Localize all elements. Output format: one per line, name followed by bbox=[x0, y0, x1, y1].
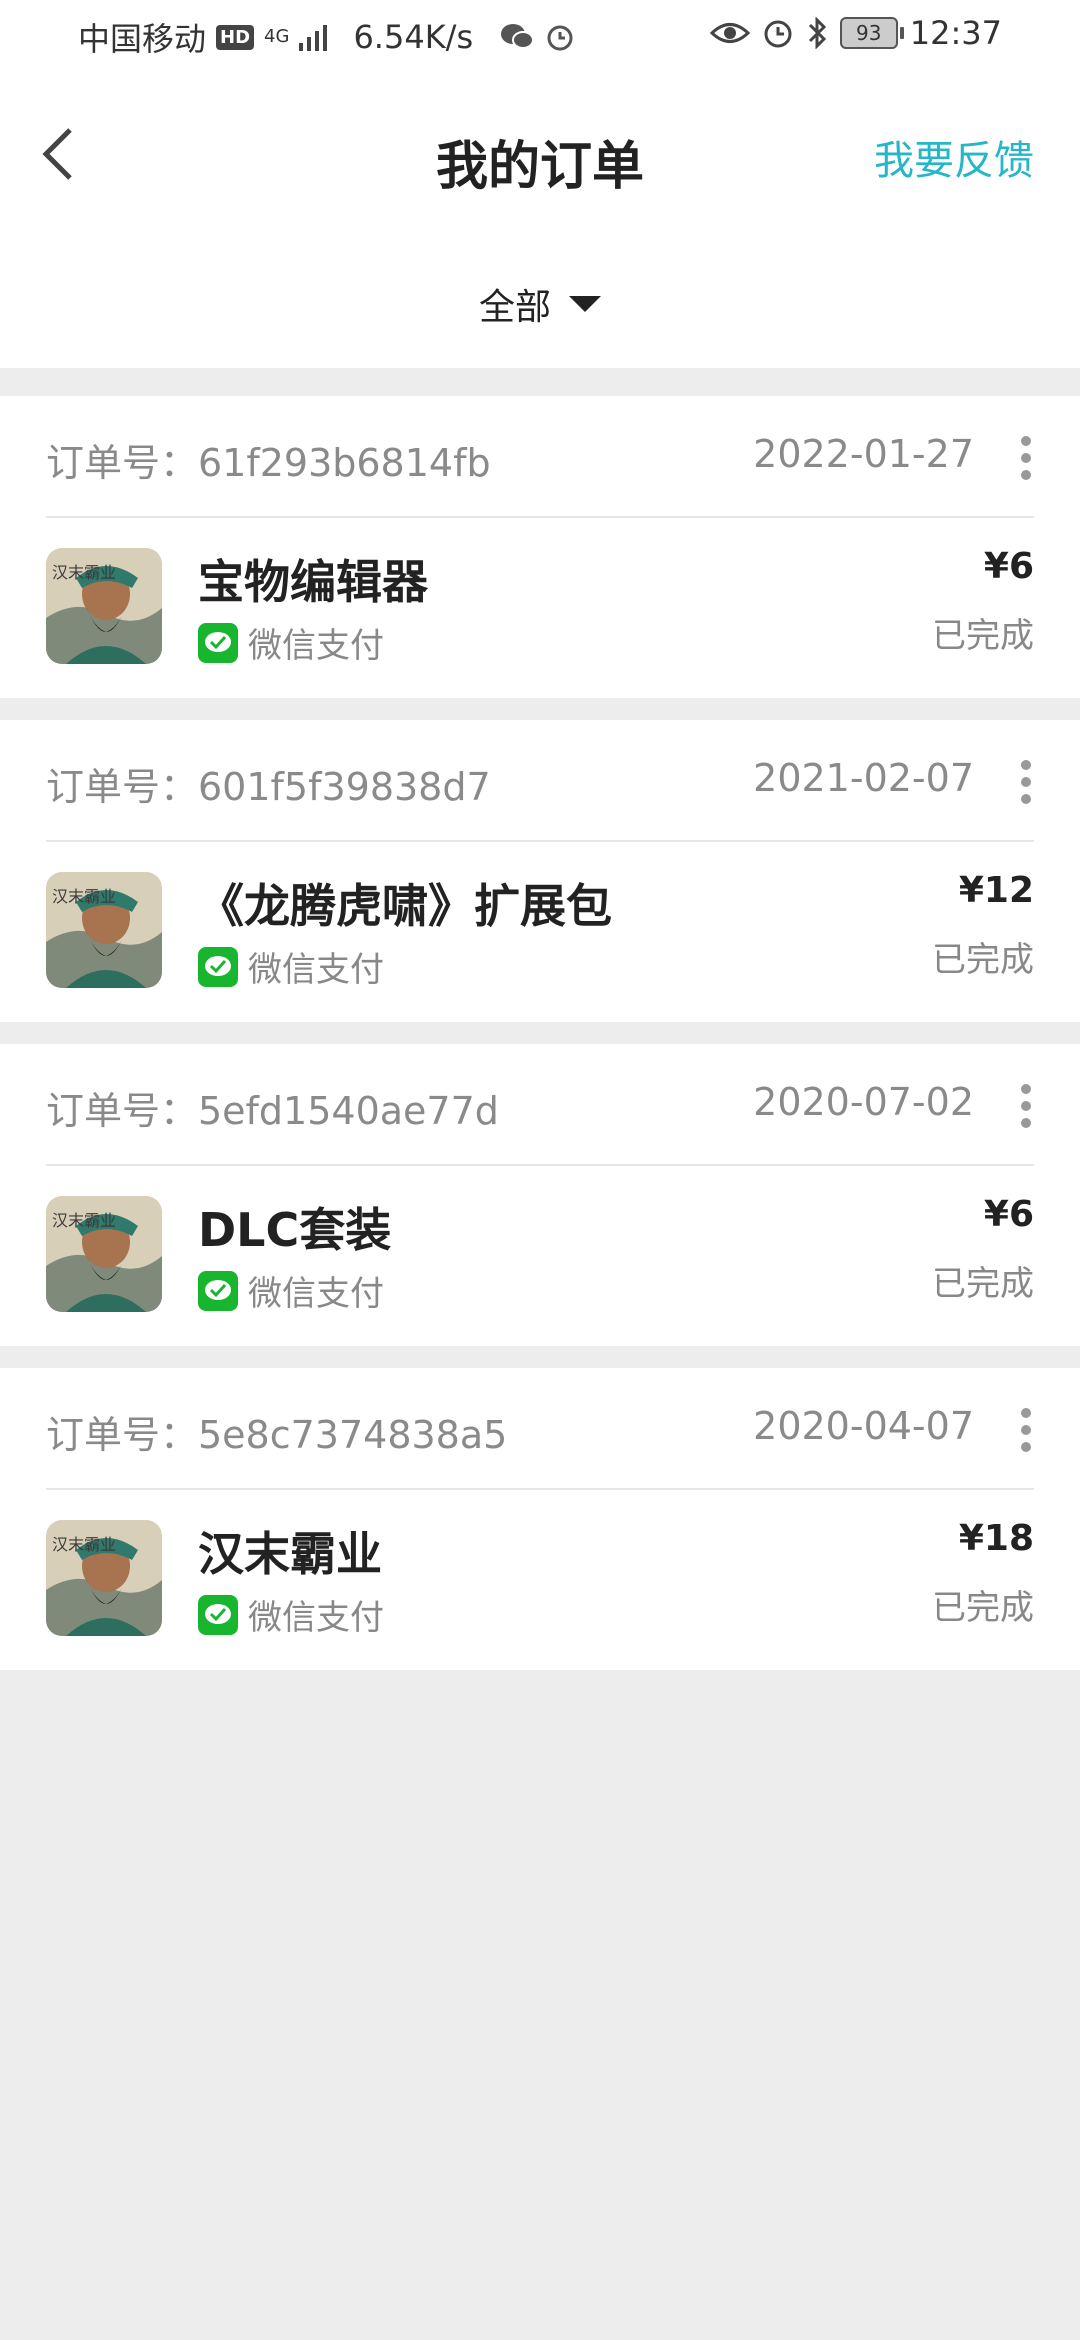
payment-method: 微信支付 bbox=[198, 618, 384, 667]
order-price: ¥6 bbox=[983, 1194, 1034, 1235]
payment-label: 微信支付 bbox=[248, 1274, 384, 1314]
product-thumbnail: 汉末霸业 bbox=[46, 872, 162, 988]
feedback-button[interactable]: 我要反馈 bbox=[874, 128, 1034, 186]
battery-level: 93 bbox=[856, 21, 882, 45]
product-thumbnail: 汉末霸业 bbox=[46, 1196, 162, 1312]
order-date: 2020-04-07 bbox=[753, 1404, 974, 1448]
payment-label: 微信支付 bbox=[248, 950, 384, 990]
order-card[interactable]: 订单号：61f293b6814fb 2022-01-27 汉末霸业 宝物编辑器 … bbox=[0, 396, 1080, 698]
product-name: DLC套装 bbox=[198, 1203, 392, 1257]
svg-text:汉末霸业: 汉末霸业 bbox=[52, 563, 116, 582]
order-card[interactable]: 订单号：5efd1540ae77d 2020-07-02 汉末霸业 DLC套装 … bbox=[0, 1044, 1080, 1346]
payment-label: 微信支付 bbox=[248, 1598, 384, 1638]
signal-icon bbox=[299, 25, 328, 51]
order-number: 订单号：5e8c7374838a5 bbox=[46, 1413, 508, 1457]
order-price: ¥18 bbox=[958, 1518, 1034, 1559]
payment-method: 微信支付 bbox=[198, 942, 384, 991]
product-name: 宝物编辑器 bbox=[198, 555, 428, 609]
bluetooth-icon bbox=[808, 17, 826, 49]
filter-bar: 全部 bbox=[0, 240, 1080, 368]
order-number: 订单号：601f5f39838d7 bbox=[46, 765, 491, 809]
nav-header: 我的订单 我要反馈 bbox=[0, 72, 1080, 240]
hd-badge: HD bbox=[216, 24, 255, 50]
svg-text:汉末霸业: 汉末霸业 bbox=[52, 1535, 116, 1554]
status-bar: 中国移动 HD 4G 6.54K/s 93 12:37 bbox=[0, 0, 1080, 72]
order-price: ¥6 bbox=[983, 546, 1034, 587]
battery-icon: 93 bbox=[839, 17, 904, 49]
filter-label: 全部 bbox=[478, 287, 551, 328]
order-status: 已完成 bbox=[932, 940, 1034, 980]
payment-method: 微信支付 bbox=[198, 1590, 384, 1639]
payment-method: 微信支付 bbox=[198, 1266, 384, 1315]
order-number: 订单号：5efd1540ae77d bbox=[46, 1089, 499, 1133]
wechat-pay-icon bbox=[198, 1594, 238, 1635]
wechat-pay-icon bbox=[198, 622, 238, 663]
wechat-notification-icon bbox=[501, 24, 535, 49]
status-right: 93 12:37 bbox=[709, 14, 1002, 52]
payment-label: 微信支付 bbox=[248, 626, 384, 666]
order-card[interactable]: 订单号：5e8c7374838a5 2020-04-07 汉末霸业 汉末霸业 微… bbox=[0, 1368, 1080, 1670]
clock: 12:37 bbox=[909, 14, 1002, 52]
order-header: 订单号：5e8c7374838a5 2020-04-07 bbox=[46, 1368, 1034, 1490]
filter-dropdown[interactable]: 全部 bbox=[479, 278, 601, 330]
svg-text:汉末霸业: 汉末霸业 bbox=[52, 1211, 116, 1230]
carrier-name: 中国移动 bbox=[78, 20, 207, 58]
order-date: 2022-01-27 bbox=[753, 432, 974, 476]
product-name: 汉末霸业 bbox=[198, 1527, 382, 1581]
alarm-icon bbox=[764, 20, 792, 48]
order-card[interactable]: 订单号：601f5f39838d7 2021-02-07 汉末霸业 《龙腾虎啸》… bbox=[0, 720, 1080, 1022]
wechat-pay-icon bbox=[198, 946, 238, 987]
wechat-pay-icon bbox=[198, 1270, 238, 1311]
dropdown-arrow-icon bbox=[569, 296, 601, 312]
more-options-icon[interactable] bbox=[1018, 760, 1034, 804]
network-speed: 6.54K/s bbox=[353, 18, 474, 56]
order-header: 订单号：61f293b6814fb 2022-01-27 bbox=[46, 396, 1034, 518]
order-price: ¥12 bbox=[958, 870, 1034, 911]
order-header: 订单号：5efd1540ae77d 2020-07-02 bbox=[46, 1044, 1034, 1166]
order-date: 2021-02-07 bbox=[753, 756, 974, 800]
more-options-icon[interactable] bbox=[1018, 436, 1034, 480]
product-thumbnail: 汉末霸业 bbox=[46, 1520, 162, 1636]
order-status: 已完成 bbox=[932, 1588, 1034, 1628]
eye-icon bbox=[709, 23, 750, 43]
order-header: 订单号：601f5f39838d7 2021-02-07 bbox=[46, 720, 1034, 842]
order-number: 订单号：61f293b6814fb bbox=[46, 441, 491, 485]
order-date: 2020-07-02 bbox=[753, 1080, 974, 1124]
svg-text:汉末霸业: 汉末霸业 bbox=[52, 887, 116, 906]
product-thumbnail: 汉末霸业 bbox=[46, 548, 162, 664]
more-options-icon[interactable] bbox=[1018, 1408, 1034, 1452]
order-status: 已完成 bbox=[932, 1264, 1034, 1304]
order-status: 已完成 bbox=[932, 616, 1034, 656]
product-name: 《龙腾虎啸》扩展包 bbox=[198, 879, 612, 933]
alarm-notification-icon bbox=[547, 25, 573, 51]
more-options-icon[interactable] bbox=[1018, 1084, 1034, 1128]
status-left: 中国移动 HD 4G 6.54K/s bbox=[78, 14, 575, 60]
network-type: 4G bbox=[264, 26, 290, 47]
